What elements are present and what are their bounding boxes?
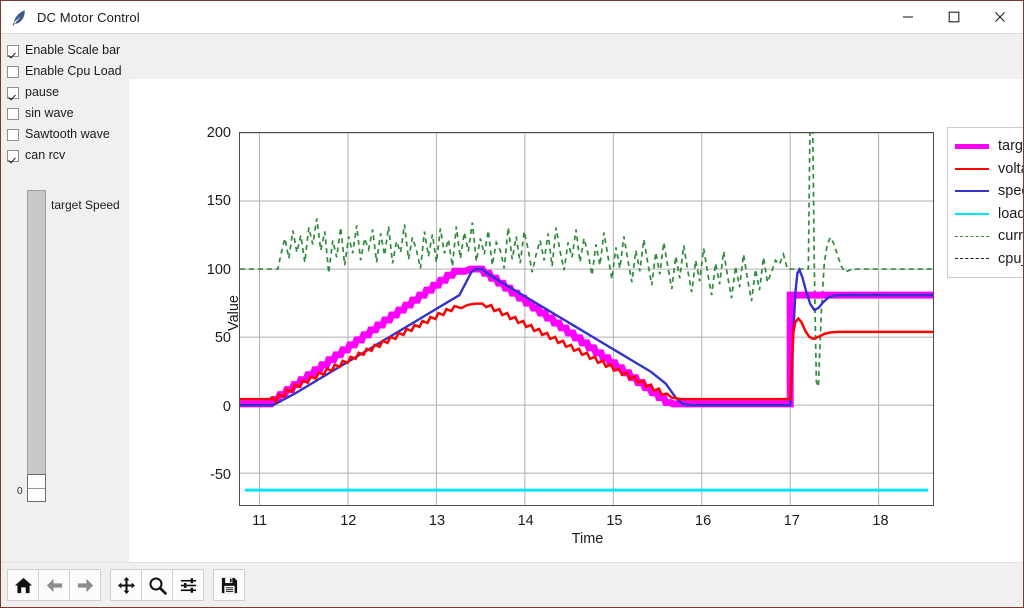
configure-subplots-button[interactable] (172, 569, 204, 601)
move-icon (117, 576, 135, 594)
forward-button[interactable] (69, 569, 101, 601)
title-bar: DC Motor Control (1, 1, 1023, 34)
legend-label: voltage (998, 160, 1023, 177)
save-icon (221, 577, 237, 593)
y-tick-label: 0 (222, 398, 231, 415)
x-tick-label: 18 (872, 513, 889, 529)
checkbox-sawtooth-wave[interactable]: Sawtooth wave (7, 124, 129, 145)
pan-button[interactable] (110, 569, 142, 601)
checkbox-empty-icon (7, 65, 19, 78)
legend-item-voltage: voltage (955, 158, 1023, 181)
back-button[interactable] (38, 569, 70, 601)
checkmark-icon (7, 86, 19, 99)
grid-horizontal (240, 133, 933, 474)
chart-plot (240, 133, 933, 505)
x-tick-label: 13 (428, 513, 446, 529)
legend-label: loadTorque (998, 205, 1023, 222)
checkbox-enable-scale-bar[interactable]: Enable Scale bar (7, 40, 129, 61)
checkbox-label: Enable Cpu Load (25, 64, 122, 78)
legend-label: speed (998, 183, 1023, 200)
legend-item-target: target (955, 135, 1023, 158)
slider-label: target Speed (51, 198, 120, 212)
legend-item-loadtorque: loadTorque (955, 203, 1023, 226)
x-tick-label: 12 (340, 513, 357, 529)
home-icon (14, 577, 32, 593)
maximize-icon (948, 11, 960, 23)
slider-thumb[interactable] (27, 474, 46, 502)
plot-canvas-area: 200 150 100 50 0 -50 11 12 13 14 15 16 1… (129, 34, 1023, 562)
legend-swatch (955, 190, 989, 193)
save-button[interactable] (213, 569, 245, 601)
legend-item-speed: speed (955, 180, 1023, 203)
matplotlib-figure[interactable]: 200 150 100 50 0 -50 11 12 13 14 15 16 1… (129, 79, 1023, 562)
checkbox-pause[interactable]: pause (7, 82, 129, 103)
minimize-button[interactable] (885, 1, 931, 33)
legend-swatch (955, 143, 989, 149)
y-tick-label: 200 (206, 125, 231, 141)
arrow-right-icon (77, 578, 93, 592)
legend-swatch (955, 212, 989, 215)
close-icon (995, 12, 1005, 22)
legend-label: current (998, 228, 1023, 245)
app-window: DC Motor Control Enable Scale bar Enable… (0, 0, 1024, 608)
slider-value: 0 (17, 486, 23, 497)
chart-legend: target voltage speed loadTorque (947, 127, 1023, 278)
x-axis-label: Time (571, 531, 604, 547)
target-speed-slider[interactable]: target Speed 0 (1, 186, 129, 516)
checkbox-label: pause (25, 85, 60, 99)
maximize-button[interactable] (931, 1, 977, 33)
sliders-icon (180, 577, 196, 593)
legend-item-current: current (955, 225, 1023, 248)
arrow-left-icon (46, 578, 62, 592)
checkmark-icon (7, 44, 19, 57)
zoom-button[interactable] (141, 569, 173, 601)
navigation-toolbar (1, 562, 1023, 607)
window-title: DC Motor Control (37, 9, 140, 25)
legend-label: cpu_load (998, 250, 1023, 267)
checkbox-label: Enable Scale bar (25, 43, 121, 57)
x-tick-label: 11 (252, 513, 268, 529)
legend-swatch (955, 235, 989, 237)
checkbox-empty-icon (7, 128, 19, 141)
checkbox-group: Enable Scale bar Enable Cpu Load pause s… (1, 34, 129, 166)
window-controls (885, 1, 1023, 33)
checkbox-label: can rcv (25, 148, 66, 162)
main-body: Enable Scale bar Enable Cpu Load pause s… (1, 34, 1023, 562)
checkbox-label: Sawtooth wave (25, 127, 110, 141)
legend-swatch (955, 167, 989, 170)
chart-axes[interactable]: 200 150 100 50 0 -50 11 12 13 14 15 16 1… (207, 125, 934, 547)
close-button[interactable] (977, 1, 1023, 33)
y-tick-label: -50 (210, 467, 231, 483)
y-axis-label: Value (226, 295, 242, 332)
x-tick-label: 14 (517, 513, 534, 529)
x-tick-label: 17 (783, 513, 800, 529)
home-button[interactable] (7, 569, 39, 601)
checkbox-enable-cpu-load[interactable]: Enable Cpu Load (7, 61, 129, 82)
canvas-top-strip (257, 34, 1023, 79)
checkbox-can-rcv[interactable]: can rcv (7, 145, 129, 166)
checkbox-sin-wave[interactable]: sin wave (7, 103, 129, 124)
checkmark-icon (7, 149, 19, 162)
legend-item-cpu-load: cpu_load (955, 248, 1023, 271)
feather-icon (5, 1, 33, 33)
legend-label: target (998, 138, 1023, 155)
legend-swatch (955, 258, 989, 260)
y-tick-label: 150 (206, 193, 231, 210)
magnifier-icon (148, 576, 167, 595)
x-tick-label: 16 (695, 513, 712, 529)
x-tick-label: 15 (606, 513, 623, 529)
controls-panel: Enable Scale bar Enable Cpu Load pause s… (1, 34, 129, 562)
minimize-icon (903, 16, 913, 18)
checkbox-label: sin wave (25, 106, 74, 120)
grid-vertical (259, 133, 880, 505)
checkbox-empty-icon (7, 107, 19, 120)
slider-track[interactable] (27, 190, 46, 486)
series-target (240, 265, 933, 408)
